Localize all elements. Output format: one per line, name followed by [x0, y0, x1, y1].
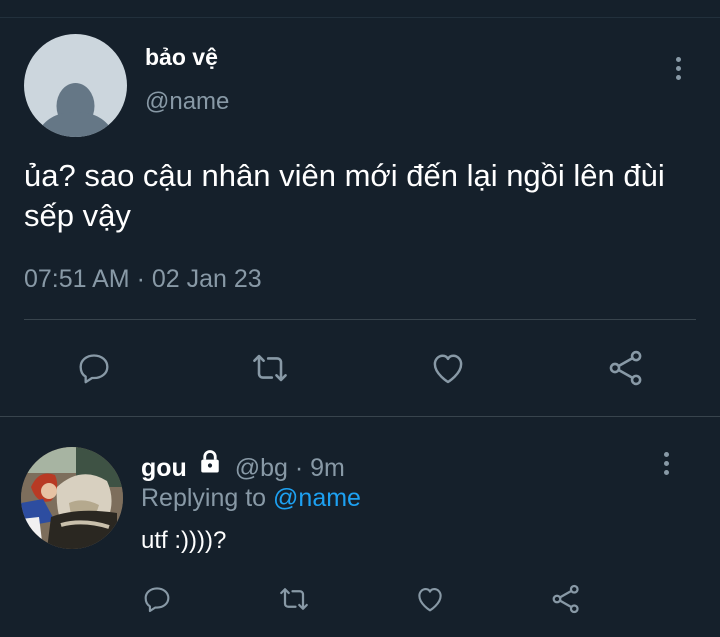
retweet-button[interactable]: [246, 344, 294, 392]
author-name[interactable]: bảo vệ: [145, 44, 218, 71]
lock-icon: [196, 448, 224, 483]
reply-icon: [144, 587, 170, 613]
tweet-timestamp[interactable]: 07:51 AM · 02 Jan 23: [24, 265, 262, 294]
replying-to: Replying to @name: [141, 484, 361, 513]
avatar[interactable]: [21, 447, 123, 549]
reply-text: utf :))))?: [141, 527, 227, 554]
share-button[interactable]: [602, 344, 650, 392]
default-avatar-icon: [36, 83, 115, 137]
like-button[interactable]: [424, 344, 472, 392]
more-options-icon[interactable]: [672, 57, 684, 84]
mention-link[interactable]: @name: [273, 484, 361, 512]
share-button[interactable]: [546, 579, 586, 619]
reply-header: gou @bg · 9m: [141, 450, 345, 487]
retweet-icon: [253, 354, 287, 382]
reply-icon: [79, 354, 109, 384]
like-icon: [418, 588, 442, 612]
reply-author-name[interactable]: gou: [141, 454, 187, 482]
main-tweet: bảo vệ @name ủa? sao cậu nhân viên mới đ…: [0, 0, 720, 417]
share-icon: [552, 584, 579, 614]
like-button[interactable]: [410, 579, 450, 619]
share-icon: [609, 350, 642, 386]
avatar[interactable]: [24, 34, 127, 137]
reply-time[interactable]: 9m: [310, 454, 345, 482]
reply-button[interactable]: [70, 344, 118, 392]
reply-tweet: gou @bg · 9m Replying to @name utf :))))…: [0, 417, 720, 637]
retweet-button[interactable]: [274, 579, 314, 619]
tweet-actions: [0, 344, 720, 392]
tweet-text: ủa? sao cậu nhân viên mới đến lại ngồi l…: [24, 158, 665, 233]
reply-actions: [0, 579, 720, 619]
author-handle[interactable]: @name: [145, 88, 229, 116]
like-icon: [433, 354, 463, 384]
reply-author-handle[interactable]: @bg: [235, 454, 288, 482]
replying-to-prefix: Replying to: [141, 484, 267, 512]
reply-button[interactable]: [137, 579, 177, 619]
retweet-icon: [280, 588, 308, 610]
divider: [24, 319, 696, 320]
separator-dot: ·: [294, 454, 304, 483]
avatar-image: [21, 447, 123, 549]
more-options-icon[interactable]: [660, 452, 672, 479]
